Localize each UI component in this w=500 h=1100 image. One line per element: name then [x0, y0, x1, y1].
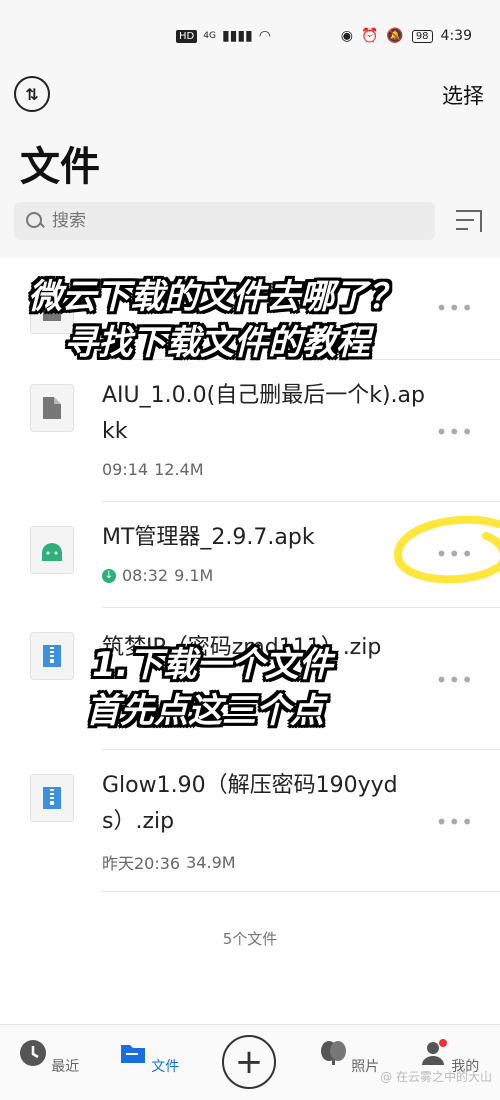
overlay-step-line1: 1.下载一个文件: [92, 645, 333, 685]
overlay-title-line1: 微云下载的文件去哪了？: [28, 277, 402, 317]
select-button[interactable]: 选择: [442, 80, 484, 110]
clock-time: 4:39: [440, 28, 472, 44]
add-button[interactable]: +: [222, 1035, 276, 1089]
alarm-icon: ⏰: [360, 28, 379, 44]
nav-files-label: 文件: [151, 1059, 180, 1075]
zip-icon: [30, 632, 74, 680]
file-meta: 昨天20:36 34.9M: [102, 850, 236, 874]
photos-icon: [320, 1041, 346, 1065]
overlay-step-line2: 首先点这三个点: [86, 691, 324, 731]
mute-icon: 🔕: [386, 28, 404, 44]
file-size: 12.4M: [154, 460, 204, 479]
plus-icon: +: [234, 1042, 264, 1082]
more-options-button[interactable]: •••: [436, 810, 474, 834]
sort-toggle-icon[interactable]: ⇅: [14, 76, 50, 112]
search-icon: [24, 210, 46, 232]
status-bar: HD 4G ▮▮▮▮ ◠ ◉ ⏰ 🔕 98 4:39: [0, 0, 500, 58]
nav-photos[interactable]: 照片: [314, 1039, 384, 1076]
folder-icon: [120, 1045, 145, 1063]
file-row[interactable]: AIU_1.0.0(自己删最后一个k).apkk 09:14 12.4M •••: [0, 360, 500, 502]
file-count: 5个文件: [222, 930, 278, 948]
more-options-button[interactable]: •••: [436, 668, 474, 692]
highlight-circle: [394, 515, 500, 584]
status-right-icons: ◉ ⏰ 🔕 98 4:39: [341, 28, 472, 44]
nav-photos-label: 照片: [351, 1059, 380, 1075]
eye-icon: ◉: [340, 28, 353, 44]
nav-recent[interactable]: 最近: [14, 1039, 84, 1076]
file-size: 34.9M: [186, 852, 236, 872]
zip-icon: [30, 774, 74, 822]
watermark: @ 在云雾之中的大山: [380, 1070, 492, 1084]
sort-menu-icon[interactable]: [456, 208, 484, 234]
file-time: 昨天20:36: [102, 854, 181, 873]
file-list: ••• AIU_1.0.0(自己删最后一个k).apkk 09:14 12.4M…: [0, 258, 500, 1024]
file-time: 08:32: [122, 566, 169, 585]
file-meta: 09:14 12.4M: [102, 460, 204, 479]
file-time: 09:14: [102, 460, 149, 479]
clock-icon: [19, 1040, 46, 1066]
signal-icon: ▮▮▮▮: [221, 28, 253, 44]
file-size: 9.1M: [174, 566, 214, 585]
downloaded-icon: ↓: [102, 568, 116, 583]
more-options-button[interactable]: •••: [436, 296, 474, 320]
nav-files[interactable]: 文件: [114, 1039, 184, 1076]
row-divider: [102, 891, 500, 892]
search-bar[interactable]: [14, 202, 435, 240]
status-left-icons: HD 4G ▮▮▮▮ ◠: [176, 28, 271, 44]
file-name: AIU_1.0.0(自己删最后一个k).apkk: [102, 383, 425, 444]
wifi-icon: ◠: [258, 28, 271, 44]
file-meta: ↓ 08:32 9.1M: [102, 566, 213, 585]
generic-file-icon: [30, 384, 74, 432]
file-row[interactable]: Glow1.90（解压密码190yyds）.zip 昨天20:36 34.9M …: [0, 750, 500, 892]
file-name: Glow1.90（解压密码190yyds）.zip: [102, 773, 398, 834]
file-name: MT管理器_2.9.7.apk: [102, 525, 315, 550]
android-icon: [30, 526, 74, 574]
nav-recent-label: 最近: [51, 1059, 80, 1075]
signal-label: 4G: [203, 31, 216, 41]
more-options-button[interactable]: •••: [436, 420, 474, 444]
page-title: 文件: [20, 144, 100, 190]
user-icon: [421, 1039, 447, 1065]
hd-badge: HD: [176, 29, 198, 43]
overlay-title-line2: 寻找下载文件的教程: [64, 323, 370, 363]
battery-icon: 98: [411, 29, 433, 43]
bottom-nav: 最近 文件 + 照片 我的: [0, 1024, 500, 1100]
search-input[interactable]: [52, 211, 412, 231]
